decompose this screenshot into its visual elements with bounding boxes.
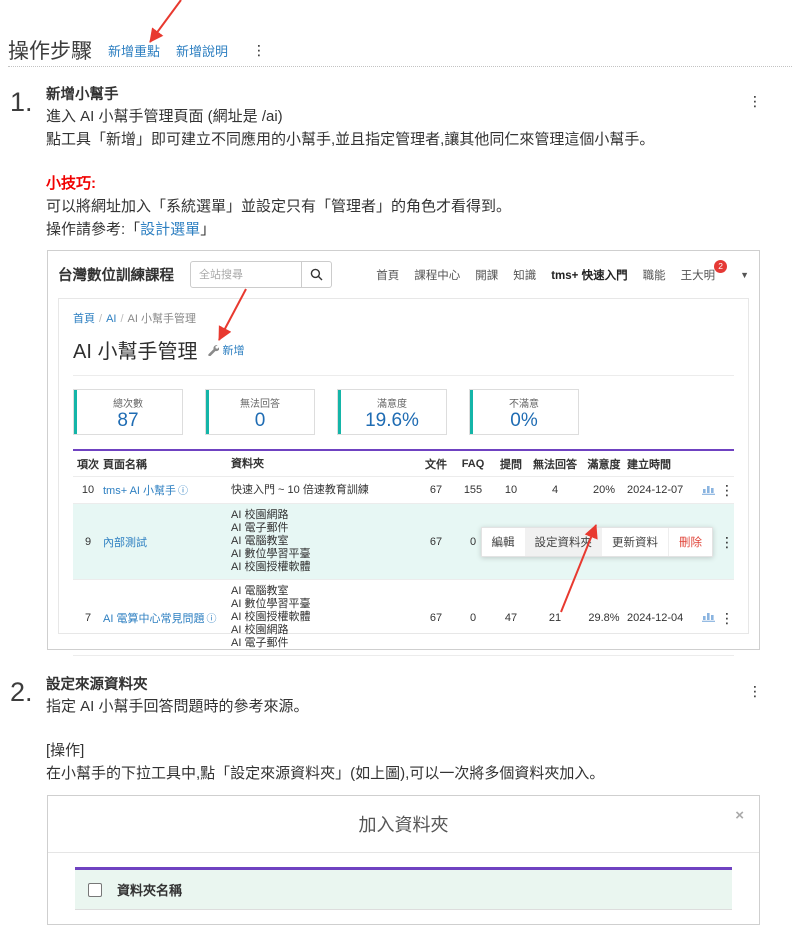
site-title: 台灣數位訓練課程 [58,264,174,285]
step-number: 2. [10,678,38,785]
nav-item-courses[interactable]: 課程中心 [414,267,460,283]
helper-name-link[interactable]: AI 電算中心常見問題 [103,613,204,625]
site-nav: 首頁 課程中心 開課 知識 tms+ 快速入門 職能 王大明 2 ▼ [376,267,749,283]
doc-header: 操作步驟 新增重點 新增說明 ⋮ [8,34,792,67]
stats-row: 總次數 87 無法回答 0 滿意度 19.6% 不滿意 0% [73,389,734,435]
reference-line: 操作請參考:「設計選單」 [46,218,792,241]
helper-name-link[interactable]: 內部測試 [103,537,147,549]
content-card: 首頁/AI/AI 小幫手管理 AI 小幫手管理 新增 總次數 87 無法回答 0… [58,298,749,634]
search-input[interactable] [190,261,302,288]
wrench-icon [207,344,219,356]
site-search [190,261,332,288]
stat-card-dissatisfied: 不滿意 0% [469,389,579,435]
search-icon [310,268,323,281]
nav-item-competency[interactable]: 職能 [643,267,666,283]
step-1: 1. 新增小幫手 進入 AI 小幫手管理頁面 (網址是 /ai) 點工具「新增」… [10,86,792,241]
step-text-line: 點工具「新增」即可建立不同應用的小幫手,並且指定管理者,讓其他同仁來管理這個小幫… [46,128,792,151]
row-more-options-icon[interactable]: ⋮ [720,535,734,549]
breadcrumb-ai[interactable]: AI [106,313,116,325]
nav-item-open-course[interactable]: 開課 [475,267,498,283]
chevron-down-icon[interactable]: ▼ [740,270,749,280]
nav-item-knowledge[interactable]: 知識 [513,267,536,283]
more-options-icon[interactable]: ⋮ [252,43,266,57]
user-menu[interactable]: 王大明 2 [681,267,720,283]
close-icon[interactable]: × [735,808,744,823]
stat-card-total: 總次數 87 [73,389,183,435]
more-options-icon[interactable]: ⋮ [748,684,762,698]
add-description-link[interactable]: 新增說明 [176,41,228,60]
menu-item-edit[interactable]: 編輯 [482,528,525,556]
table-row: 9 內部測試 AI 校園網路 AI 電子郵件 AI 電腦教室 AI 數位學習平臺… [73,504,734,580]
folder-table: 資料夾名稱 [75,867,732,910]
info-icon[interactable]: ⓘ [178,486,188,497]
notification-badge: 2 [714,260,727,273]
breadcrumb: 首頁/AI/AI 小幫手管理 [73,310,734,326]
embedded-screenshot-add-folder-modal: 加入資料夾 × 資料夾名稱 [47,795,760,925]
nav-item-tms-quickstart[interactable]: tms+ 快速入門 [551,267,627,283]
table-row: 10 tms+ AI 小幫手ⓘ 快速入門 ~ 10 倍速教育訓練 67 155 … [73,477,734,504]
row-more-options-icon[interactable]: ⋮ [720,483,734,497]
table-row: 7 AI 電算中心常見問題ⓘ AI 電腦教室 AI 數位學習平臺 AI 校園授權… [73,580,734,656]
menu-item-delete[interactable]: 刪除 [668,528,712,556]
add-highlight-link[interactable]: 新增重點 [108,41,160,60]
info-icon[interactable]: ⓘ [206,614,216,625]
design-menu-link[interactable]: 設計選單 [140,221,200,238]
helper-table: 項次 頁面名稱 資料夾 文件 FAQ 提問 無法回答 滿意度 建立時間 10 t… [73,449,734,656]
tip-text: 可以將網址加入「系統選單」並設定只有「管理者」的角色才看得到。 [46,195,792,218]
search-button[interactable] [302,261,332,288]
breadcrumb-home[interactable]: 首頁 [73,313,95,325]
step-number: 1. [10,88,38,241]
folder-table-header: 資料夾名稱 [75,870,732,910]
site-header: 台灣數位訓練課程 首頁 課程中心 開課 知識 tms+ 快速入門 職能 王大明 … [48,251,759,288]
menu-item-set-folder[interactable]: 設定資料夾 [525,528,603,556]
helper-name-link[interactable]: tms+ AI 小幫手 [103,485,176,497]
add-helper-link[interactable]: 新增 [207,342,244,358]
table-header-row: 項次 頁面名稱 資料夾 文件 FAQ 提問 無法回答 滿意度 建立時間 [73,449,734,477]
operation-text: 在小幫手的下拉工具中,點「設定來源資料夾」(如上圖),可以一次將多個資料夾加入。 [46,762,792,785]
step-text-line: 進入 AI 小幫手管理頁面 (網址是 /ai) [46,105,792,128]
row-context-menu: 編輯 設定資料夾 更新資料 刪除 [481,527,714,557]
modal-title: 加入資料夾 [359,811,449,837]
tip-title: 小技巧: [46,172,792,195]
breadcrumb-current: AI 小幫手管理 [128,313,196,325]
step-2: 2. 設定來源資料夾 指定 AI 小幫手回答問題時的參考來源。 [操作] 在小幫… [10,676,792,785]
stat-card-unanswered: 無法回答 0 [205,389,315,435]
page-title: 操作步驟 [8,35,92,65]
step-text-line: 指定 AI 小幫手回答問題時的參考來源。 [46,695,792,718]
admin-page-title: AI 小幫手管理 [73,335,197,364]
bar-chart-icon[interactable] [702,483,715,498]
user-name: 王大明 [681,270,716,282]
folder-name-column-header: 資料夾名稱 [117,880,182,899]
nav-item-home[interactable]: 首頁 [376,267,399,283]
step-title: 設定來源資料夾 [46,676,792,695]
stat-card-satisfaction: 滿意度 19.6% [337,389,447,435]
step-title: 新增小幫手 [46,86,792,105]
row-more-options-icon[interactable]: ⋮ [720,611,734,625]
menu-item-update-data[interactable]: 更新資料 [602,528,668,556]
bar-chart-icon[interactable] [702,610,715,625]
select-all-checkbox[interactable] [88,883,102,897]
embedded-screenshot-ai-helper-admin: 台灣數位訓練課程 首頁 課程中心 開課 知識 tms+ 快速入門 職能 王大明 … [47,250,760,650]
operation-label: [操作] [46,739,792,762]
more-options-icon[interactable]: ⋮ [748,94,762,108]
